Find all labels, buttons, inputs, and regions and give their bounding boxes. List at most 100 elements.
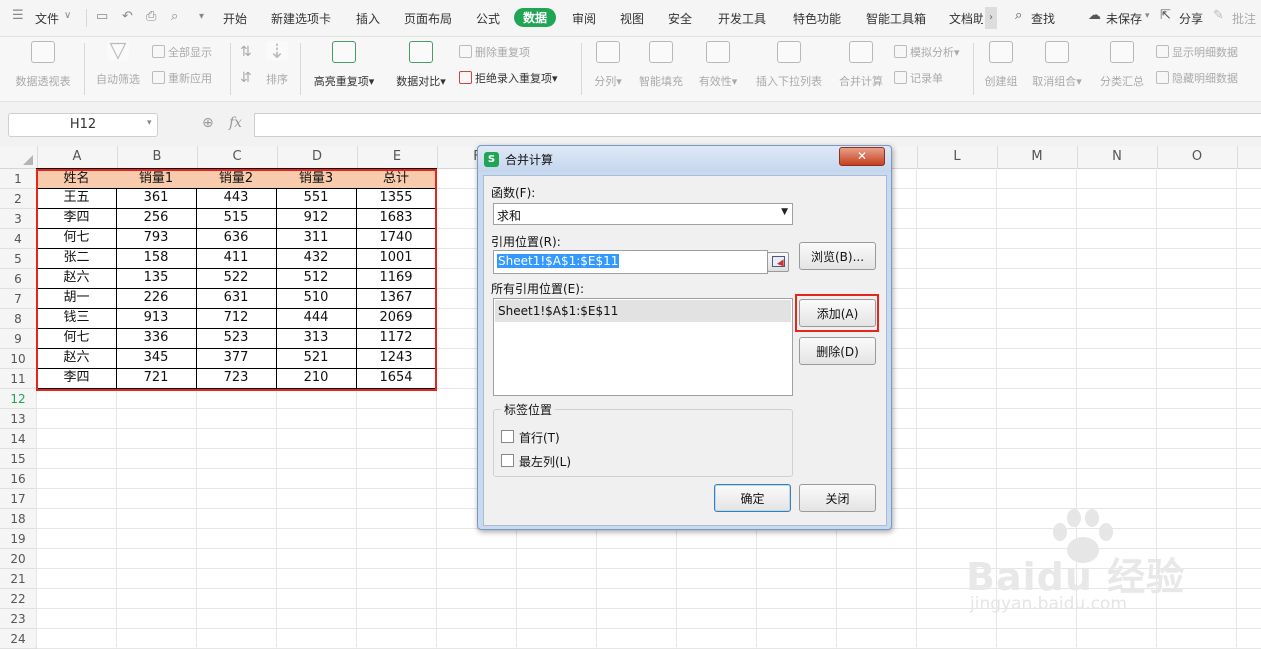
table-header-cell[interactable]: 销量1 bbox=[116, 168, 197, 189]
row-header[interactable]: 10 bbox=[0, 349, 37, 369]
first-row-checkbox[interactable] bbox=[501, 430, 514, 443]
row-header[interactable]: 14 bbox=[0, 429, 37, 449]
column-header[interactable]: M bbox=[997, 146, 1078, 168]
row-header[interactable]: 22 bbox=[0, 589, 37, 609]
pivot-table-button[interactable]: 数据透视表 bbox=[10, 41, 76, 89]
table-cell[interactable]: 912 bbox=[276, 208, 357, 229]
sort-button[interactable]: ⇣ 排序 bbox=[262, 41, 292, 87]
row-header[interactable]: 9 bbox=[0, 329, 37, 349]
undo-icon[interactable]: ↶ bbox=[122, 9, 133, 24]
row-header[interactable]: 19 bbox=[0, 529, 37, 549]
insert-dropdown-button[interactable]: 插入下拉列表 bbox=[750, 41, 828, 89]
table-cell[interactable]: 793 bbox=[116, 228, 197, 249]
unsaved-dropdown-icon[interactable]: ▾ bbox=[1145, 11, 1150, 21]
tab-new[interactable]: 新建选项卡 bbox=[271, 10, 331, 27]
table-cell[interactable]: 411 bbox=[196, 248, 277, 269]
table-cell[interactable]: 135 bbox=[116, 268, 197, 289]
row-header[interactable]: 18 bbox=[0, 509, 37, 529]
row-header[interactable]: 8 bbox=[0, 309, 37, 329]
reference-input[interactable]: Sheet1!$A$1:$E$11 bbox=[493, 250, 768, 274]
table-cell[interactable]: 551 bbox=[276, 188, 357, 209]
split-column-button[interactable]: 分列▾ bbox=[588, 41, 628, 89]
table-header-cell[interactable]: 销量2 bbox=[196, 168, 277, 189]
table-cell[interactable]: 515 bbox=[196, 208, 277, 229]
table-cell[interactable]: 444 bbox=[276, 308, 357, 329]
row-header[interactable]: 2 bbox=[0, 189, 37, 209]
table-cell[interactable]: 256 bbox=[116, 208, 197, 229]
tab-smart-toolbox[interactable]: 智能工具箱 bbox=[866, 10, 926, 27]
add-button[interactable]: 添加(A) bbox=[799, 299, 876, 327]
unsaved-status[interactable]: 未保存 bbox=[1106, 10, 1142, 27]
row-header[interactable]: 15 bbox=[0, 449, 37, 469]
row-header[interactable]: 13 bbox=[0, 409, 37, 429]
table-cell[interactable]: 何七 bbox=[36, 228, 117, 249]
print-icon[interactable]: ⎙ bbox=[146, 9, 156, 24]
table-cell[interactable]: 何七 bbox=[36, 328, 117, 349]
column-header[interactable]: D bbox=[277, 146, 358, 168]
tab-review[interactable]: 审阅 bbox=[572, 10, 596, 27]
share-button[interactable]: 分享 bbox=[1179, 10, 1203, 27]
table-cell[interactable]: 1683 bbox=[356, 208, 437, 229]
formula-input[interactable] bbox=[254, 113, 1261, 137]
table-cell[interactable]: 361 bbox=[116, 188, 197, 209]
validity-button[interactable]: 有效性▾ bbox=[694, 41, 742, 89]
table-cell[interactable]: 1740 bbox=[356, 228, 437, 249]
table-cell[interactable]: 377 bbox=[196, 348, 277, 369]
table-cell[interactable]: 510 bbox=[276, 288, 357, 309]
table-cell[interactable]: 723 bbox=[196, 368, 277, 389]
table-cell[interactable]: 336 bbox=[116, 328, 197, 349]
data-compare-button[interactable]: 数据对比▾ bbox=[390, 41, 452, 89]
tab-formula[interactable]: 公式 bbox=[476, 10, 500, 27]
column-header[interactable]: E bbox=[357, 146, 438, 168]
tab-data[interactable]: 数据 bbox=[514, 8, 557, 27]
show-all-button[interactable]: 全部显示 bbox=[152, 44, 212, 60]
show-detail-button[interactable]: 显示明细数据 bbox=[1156, 44, 1238, 60]
table-header-cell[interactable]: 销量3 bbox=[276, 168, 357, 189]
close-icon[interactable]: ✕ bbox=[839, 147, 885, 166]
table-cell[interactable]: 赵六 bbox=[36, 348, 117, 369]
table-cell[interactable]: 胡一 bbox=[36, 288, 117, 309]
hamburger-icon[interactable]: ☰ bbox=[12, 8, 24, 23]
table-cell[interactable]: 李四 bbox=[36, 368, 117, 389]
create-group-button[interactable]: 创建组 bbox=[980, 41, 1022, 89]
left-column-checkbox[interactable] bbox=[501, 454, 514, 467]
tab-page-layout[interactable]: 页面布局 bbox=[404, 10, 452, 27]
all-references-list[interactable]: Sheet1!$A$1:$E$11 bbox=[493, 298, 793, 396]
name-box[interactable]: H12 bbox=[8, 113, 158, 137]
tab-view[interactable]: 视图 bbox=[620, 10, 644, 27]
ok-button[interactable]: 确定 bbox=[714, 484, 791, 512]
table-cell[interactable]: 赵六 bbox=[36, 268, 117, 289]
reject-duplicates-button[interactable]: 拒绝录入重复项▾ bbox=[459, 70, 558, 86]
table-cell[interactable]: 636 bbox=[196, 228, 277, 249]
row-header[interactable]: 5 bbox=[0, 249, 37, 269]
column-header[interactable]: C bbox=[197, 146, 278, 168]
table-cell[interactable]: 432 bbox=[276, 248, 357, 269]
table-header-cell[interactable]: 总计 bbox=[356, 168, 437, 189]
table-cell[interactable]: 521 bbox=[276, 348, 357, 369]
column-header[interactable]: B bbox=[117, 146, 198, 168]
row-header[interactable]: 7 bbox=[0, 289, 37, 309]
table-cell[interactable]: 2069 bbox=[356, 308, 437, 329]
table-header-cell[interactable]: 姓名 bbox=[36, 168, 117, 189]
table-cell[interactable]: 631 bbox=[196, 288, 277, 309]
table-cell[interactable]: 1001 bbox=[356, 248, 437, 269]
row-header[interactable]: 20 bbox=[0, 549, 37, 569]
table-cell[interactable]: 1243 bbox=[356, 348, 437, 369]
table-cell[interactable]: 512 bbox=[276, 268, 357, 289]
subtotal-button[interactable]: 分类汇总 bbox=[1096, 41, 1148, 89]
table-cell[interactable]: 311 bbox=[276, 228, 357, 249]
autofilter-button[interactable]: ▽ 自动筛选 bbox=[90, 40, 146, 87]
table-cell[interactable]: 1367 bbox=[356, 288, 437, 309]
more-icon[interactable]: ▾ bbox=[199, 11, 204, 22]
table-cell[interactable]: 522 bbox=[196, 268, 277, 289]
row-header[interactable]: 16 bbox=[0, 469, 37, 489]
tab-scroll-right-icon[interactable]: › bbox=[985, 7, 997, 29]
record-form-button[interactable]: 记录单 bbox=[894, 70, 943, 86]
table-cell[interactable]: 钱三 bbox=[36, 308, 117, 329]
delete-button[interactable]: 删除(D) bbox=[799, 337, 876, 365]
hide-detail-button[interactable]: 隐藏明细数据 bbox=[1156, 70, 1238, 86]
row-header[interactable]: 12 bbox=[0, 389, 37, 409]
table-cell[interactable]: 443 bbox=[196, 188, 277, 209]
search-button[interactable]: 查找 bbox=[1031, 10, 1055, 27]
search-icon[interactable]: ⌕ bbox=[1015, 8, 1022, 23]
